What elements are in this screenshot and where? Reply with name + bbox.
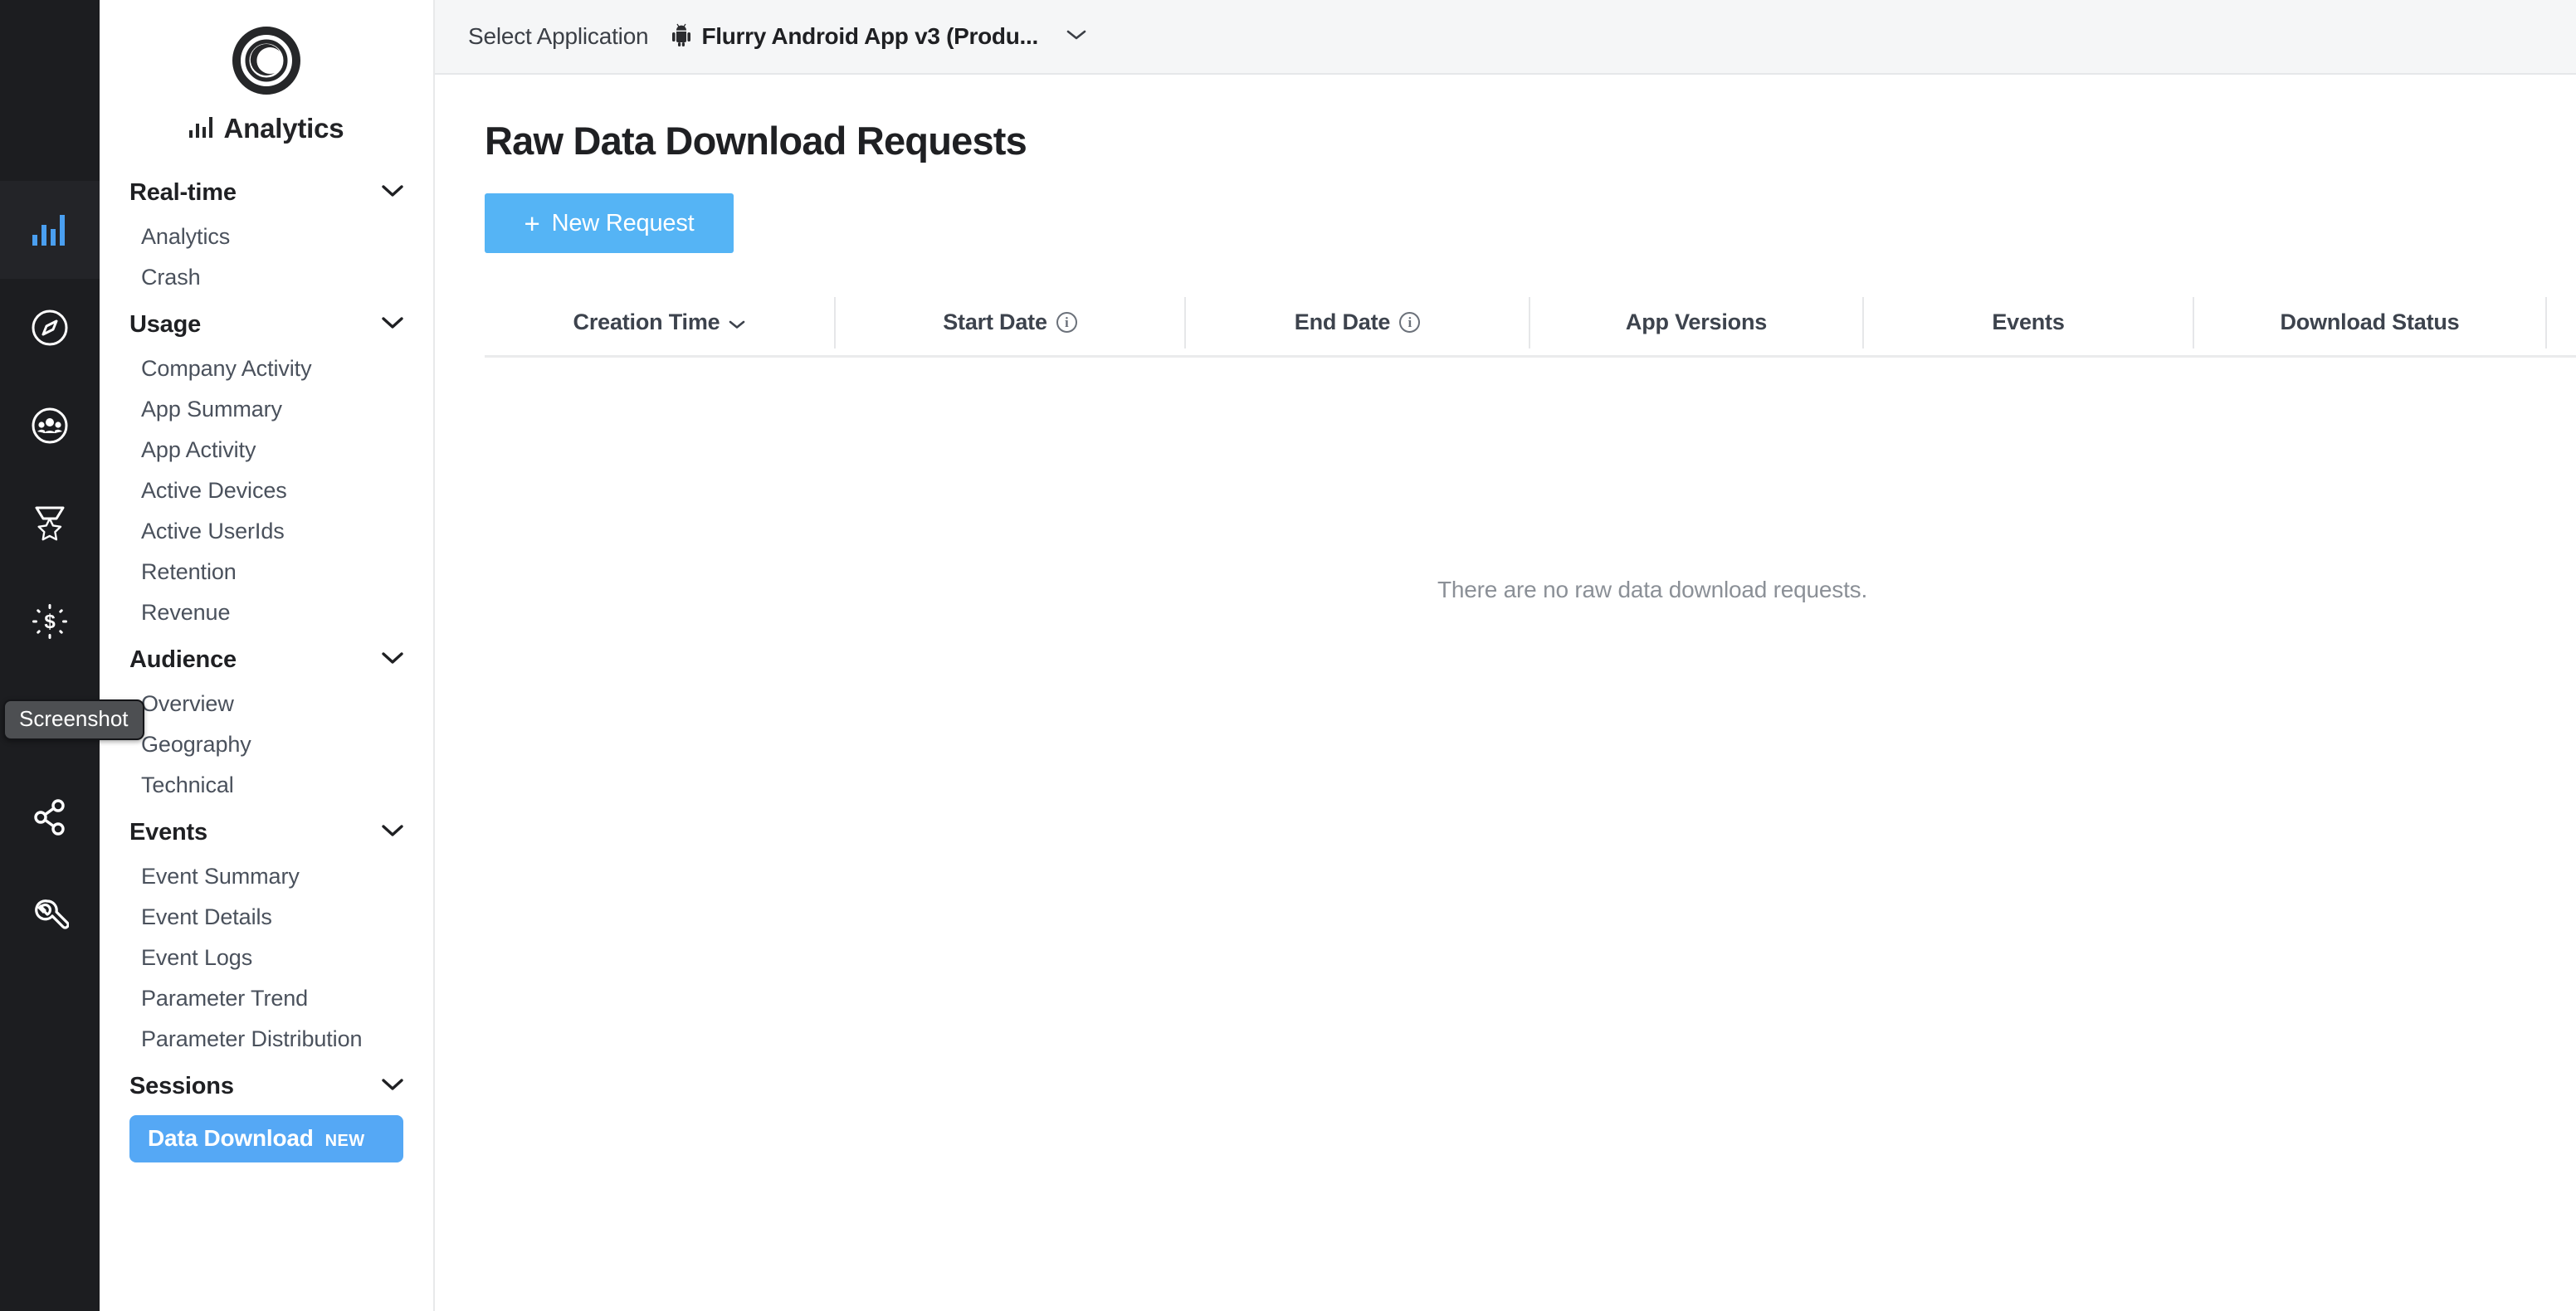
sidebar-group-label: Events: [129, 819, 207, 846]
column-header-end-date[interactable]: End Date i: [1186, 296, 1530, 348]
column-label: App Versions: [1625, 309, 1768, 334]
sidebar-brand-title-row: Analytics: [100, 113, 433, 144]
bar-chart-icon: [188, 113, 214, 144]
sidebar-item-parameter-trend[interactable]: Parameter Trend: [123, 978, 410, 1019]
select-application-label: Select Application: [468, 23, 649, 49]
sidebar-item-company-activity[interactable]: Company Activity: [123, 348, 410, 389]
monetization-dollar-icon: $: [31, 602, 69, 641]
analytics-bars-icon: [32, 213, 68, 246]
sidebar-group-usage[interactable]: Usage: [123, 298, 410, 348]
column-header-download-status[interactable]: Download Status: [2194, 296, 2547, 348]
rail-item-tools[interactable]: [0, 866, 100, 964]
main-area: Select Application Flurry Android App v3: [435, 0, 2576, 1311]
column-label: Events: [1992, 309, 2065, 334]
chevron-down-icon: [382, 651, 403, 669]
flurry-logo-icon: [100, 27, 433, 95]
chevron-down-icon: [382, 824, 403, 841]
new-badge: NEW: [324, 1132, 365, 1150]
new-request-label: New Request: [551, 209, 695, 236]
share-network-icon: [32, 798, 68, 836]
sidebar-group-label: Audience: [129, 646, 237, 673]
column-header-start-date[interactable]: Start Date i: [836, 296, 1186, 348]
new-request-button[interactable]: + New Request: [485, 193, 734, 253]
android-robot-icon: [671, 23, 691, 51]
wrench-tools-icon: [31, 896, 69, 934]
chevron-down-icon: [382, 316, 403, 334]
sidebar-group-label: Sessions: [129, 1073, 234, 1099]
sidebar-item-event-logs[interactable]: Event Logs: [123, 938, 410, 978]
sidebar-item-audience-technical[interactable]: Technical: [123, 765, 410, 806]
sidebar-item-audience-overview[interactable]: Overview: [123, 684, 410, 724]
sidebar-item-audience-geography[interactable]: Geography: [123, 724, 410, 765]
compass-icon: [31, 309, 69, 347]
sidebar-nav: Real-time Analytics Crash Usage Company …: [100, 166, 433, 1162]
column-label: Download Status: [2280, 309, 2460, 334]
sidebar-group-sessions[interactable]: Sessions: [123, 1060, 410, 1110]
svg-text:$: $: [44, 611, 56, 633]
icon-rail: $ Screenshot: [0, 0, 144, 1311]
medal-star-icon: [32, 504, 68, 543]
requests-table: Creation Time Start Date i End Date i Ap…: [485, 290, 2576, 822]
column-label: Creation Time: [573, 309, 720, 334]
chevron-down-icon: [729, 309, 745, 335]
audience-people-icon: [31, 407, 69, 445]
selected-application-name: Flurry Android App v3 (Produ...: [701, 23, 1038, 49]
sidebar-item-active-userids[interactable]: Active UserIds: [123, 511, 410, 552]
screenshot-tooltip: Screenshot: [3, 699, 144, 740]
sidebar-item-revenue[interactable]: Revenue: [123, 592, 410, 633]
sidebar: Analytics Real-time Analytics Crash Usag…: [100, 0, 435, 1311]
column-header-creation-time[interactable]: Creation Time: [485, 296, 836, 348]
rail-item-audience[interactable]: [0, 377, 100, 475]
chevron-down-icon: [1066, 29, 1086, 45]
topbar: Select Application Flurry Android App v3: [435, 0, 2576, 75]
chevron-down-icon: [382, 1078, 403, 1095]
table-header-row: Creation Time Start Date i End Date i Ap…: [485, 290, 2576, 358]
page-content: Raw Data Download Requests + New Request…: [435, 75, 2576, 1311]
sidebar-group-label: Usage: [129, 311, 202, 338]
column-label: End Date: [1294, 309, 1391, 334]
sidebar-group-label: Real-time: [129, 179, 237, 206]
rail-item-attribution[interactable]: [0, 768, 100, 866]
sidebar-item-event-details[interactable]: Event Details: [123, 897, 410, 938]
plus-icon: +: [524, 207, 540, 239]
info-icon[interactable]: i: [1056, 312, 1077, 333]
rail-item-monetization[interactable]: $: [0, 573, 100, 670]
page-title: Analytics: [223, 113, 344, 144]
sidebar-item-event-summary[interactable]: Event Summary: [123, 856, 410, 897]
sidebar-group-audience[interactable]: Audience: [123, 633, 410, 684]
info-icon[interactable]: i: [1399, 312, 1421, 333]
sidebar-item-app-activity[interactable]: App Activity: [123, 430, 410, 470]
table-empty-state: There are no raw data download requests.: [1437, 577, 1868, 602]
sidebar-item-realtime-analytics[interactable]: Analytics: [123, 217, 410, 257]
sidebar-group-events[interactable]: Events: [123, 806, 410, 856]
sidebar-item-app-summary[interactable]: App Summary: [123, 389, 410, 430]
column-label: Start Date: [943, 309, 1047, 334]
sidebar-item-label: Data Download: [148, 1125, 314, 1151]
sidebar-item-realtime-crash[interactable]: Crash: [123, 257, 410, 298]
rail-item-explorer[interactable]: [0, 279, 100, 377]
rail-item-achievements[interactable]: [0, 475, 100, 573]
sidebar-group-real-time[interactable]: Real-time: [123, 166, 410, 217]
page-heading: Raw Data Download Requests: [485, 119, 1027, 163]
sidebar-item-data-download[interactable]: Data Download NEW: [129, 1115, 403, 1162]
column-header-events[interactable]: Events: [1864, 296, 2194, 348]
app-root: $ Screenshot Analytics Real-time Analyti…: [0, 0, 2576, 1311]
sidebar-item-parameter-distribution[interactable]: Parameter Distribution: [123, 1019, 410, 1060]
chevron-down-icon: [382, 184, 403, 202]
sidebar-brand: Analytics: [100, 0, 433, 144]
sidebar-item-active-devices[interactable]: Active Devices: [123, 470, 410, 511]
column-header-app-versions[interactable]: App Versions: [1530, 296, 1864, 348]
application-selector[interactable]: Flurry Android App v3 (Produ...: [671, 23, 1086, 51]
rail-item-analytics[interactable]: [0, 181, 100, 279]
sidebar-item-retention[interactable]: Retention: [123, 552, 410, 592]
